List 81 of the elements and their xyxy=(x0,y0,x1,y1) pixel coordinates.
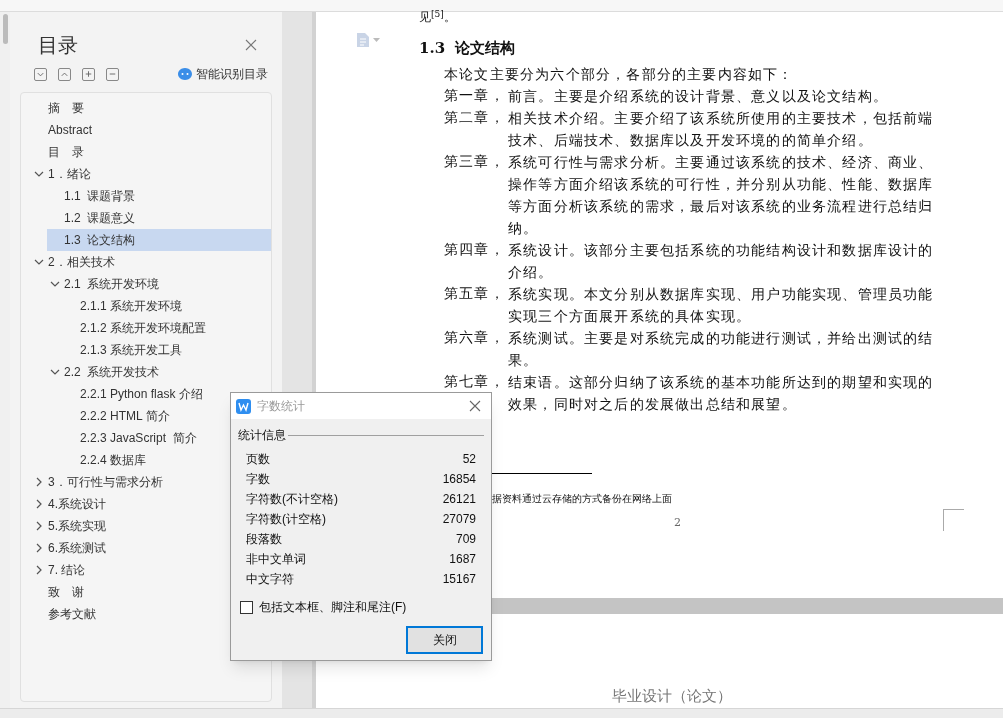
toc-item[interactable]: 2.2 系统开发技术 xyxy=(47,361,160,383)
toc-item[interactable]: 摘 要 xyxy=(31,97,84,119)
toc-item[interactable]: 6.系统测试 xyxy=(31,537,106,559)
toc-item[interactable]: 2.2.4 数据库 xyxy=(63,449,147,471)
group-label: 统计信息 xyxy=(238,427,286,444)
stat-value: 52 xyxy=(462,451,476,468)
toc-item[interactable]: 5.系统实现 xyxy=(31,515,106,537)
close-button[interactable] xyxy=(468,399,482,413)
stat-label: 页数 xyxy=(246,451,270,468)
stat-label: 中文字符 xyxy=(246,571,294,588)
stat-value: 709 xyxy=(455,531,476,548)
plus-icon xyxy=(83,68,94,80)
body-text: 见$^{[5]}$。 xyxy=(419,11,457,23)
section-heading: 论文结构 xyxy=(455,38,516,59)
stat-label: 字符数(不计空格) xyxy=(246,491,338,508)
stat-label: 字符数(计空格) xyxy=(246,511,326,528)
close-icon xyxy=(469,400,481,412)
chapter-label: 第二章， xyxy=(444,107,506,127)
page-header-text: 毕业设计（论文） xyxy=(612,685,732,707)
chapter-label: 第六章， xyxy=(444,327,506,347)
checkbox[interactable] xyxy=(240,600,253,614)
smart-toc-button[interactable]: 智能识别目录 xyxy=(178,65,268,83)
toc-item[interactable]: 2.1.1 系统开发环境 xyxy=(63,295,183,317)
stat-value: 27079 xyxy=(442,511,476,528)
footnote-text: 据资料通过云存储的方式备份在网络上面 xyxy=(492,492,672,506)
chapter-text: 系统测试。主要是对系统完成的功能进行测试，并给出测试的结果。 xyxy=(508,328,935,370)
page-icon xyxy=(356,32,370,48)
chapter-label: 第一章， xyxy=(444,85,506,105)
chapter-text: 系统实现。本文分别从数据库实现、用户功能实现、管理员功能实现三个方面展开系统的具体实现。 xyxy=(508,284,935,326)
stat-value: 1687 xyxy=(449,551,476,568)
toc-item[interactable]: 2.1.3 系统开发工具 xyxy=(63,339,183,361)
toc-item[interactable]: 目 录 xyxy=(31,141,84,163)
toc-item[interactable]: 2．相关技术 xyxy=(31,251,115,273)
toc-item[interactable]: 2.1 系统开发环境 xyxy=(47,273,160,295)
minus-button[interactable] xyxy=(106,67,119,81)
chapter-text: 系统设计。该部分主要包括系统的功能结构设计和数据库设计的介绍。 xyxy=(508,240,935,282)
dialog-title: 字数统计 xyxy=(257,398,306,415)
chapter-label: 第七章， xyxy=(444,371,506,391)
chevron-down-button[interactable] xyxy=(34,67,47,81)
close-icon xyxy=(245,39,257,51)
toc-item[interactable]: 1.3 论文结构 xyxy=(47,229,271,251)
close-dialog-button[interactable]: 关闭 xyxy=(406,626,483,654)
scrollbar-thumb[interactable] xyxy=(2,14,8,44)
plus-button[interactable] xyxy=(82,67,95,81)
stat-label: 字数 xyxy=(246,471,270,488)
chapter-text: 结束语。这部分归纳了该系统的基本功能所达到的期望和实现的效果，同时对之后的发展做出总结和展望。 xyxy=(508,372,935,414)
toc-item[interactable]: 2.1.2 系统开发环境配置 xyxy=(63,317,207,339)
toc-item[interactable]: Abstract xyxy=(31,119,92,141)
chapter-text: 前言。主要是介绍系统的设计背景、意义以及论文结构。 xyxy=(508,86,889,106)
close-button[interactable] xyxy=(244,38,258,52)
toc-item[interactable]: 参考文献 xyxy=(31,603,96,625)
stat-label: 非中文单词 xyxy=(246,551,306,568)
margin-corner-mark xyxy=(943,509,964,531)
toc-item[interactable]: 7. 结论 xyxy=(31,559,86,581)
toc-item[interactable]: 3．可行性与需求分析 xyxy=(31,471,163,493)
stat-value: 15167 xyxy=(442,571,476,588)
chapter-text: 相关技术介绍。主要介绍了该系统所使用的主要技术，包括前端技术、后端技术、数据库以及开发环境的的简单介绍。 xyxy=(508,108,935,150)
stat-value: 26121 xyxy=(442,491,476,508)
chevron-up-button[interactable] xyxy=(58,67,71,81)
heading-number: 1.3 xyxy=(419,38,446,59)
robot-icon xyxy=(178,68,192,80)
body-text: 本论文主要分为六个部分，各部分的主要内容如下： xyxy=(444,64,795,84)
stat-value: 16854 xyxy=(442,471,476,488)
toc-item[interactable]: 2.2.1 Python flask 介绍 xyxy=(63,383,203,405)
toc-item[interactable]: 1.1 课题背景 xyxy=(47,185,136,207)
stat-label: 段落数 xyxy=(246,531,282,548)
chapter-label: 第四章， xyxy=(444,239,506,259)
chapter-label: 第五章， xyxy=(444,283,506,303)
page-number: 2 xyxy=(674,515,681,531)
toc-item[interactable]: 致 谢 xyxy=(31,581,84,603)
chapter-label: 第三章， xyxy=(444,151,506,171)
toc-item[interactable]: 2.2.3 JavaScript 简介 xyxy=(63,427,197,449)
chapter-text: 系统可行性与需求分析。主要通过该系统的技术、经济、商业、操作等方面介绍该系统的可行性，并分别从功能、性能、数据库等方面分析该系统的需求，最后对该系统的业务流程进行总结归纳。 xyxy=(508,152,935,238)
checkbox-label: 包括文本框、脚注和尾注(F) xyxy=(259,599,407,616)
toc-item[interactable]: 2.2.2 HTML 简介 xyxy=(63,405,170,427)
toc-item[interactable]: 4.系统设计 xyxy=(31,493,106,515)
dropdown-caret-icon xyxy=(373,38,380,42)
panel-title: 目录 xyxy=(38,33,78,58)
toc-item[interactable]: 1．绪论 xyxy=(31,163,91,185)
toc-item[interactable]: 1.2 课题意义 xyxy=(47,207,136,229)
app-logo-icon xyxy=(236,398,251,414)
